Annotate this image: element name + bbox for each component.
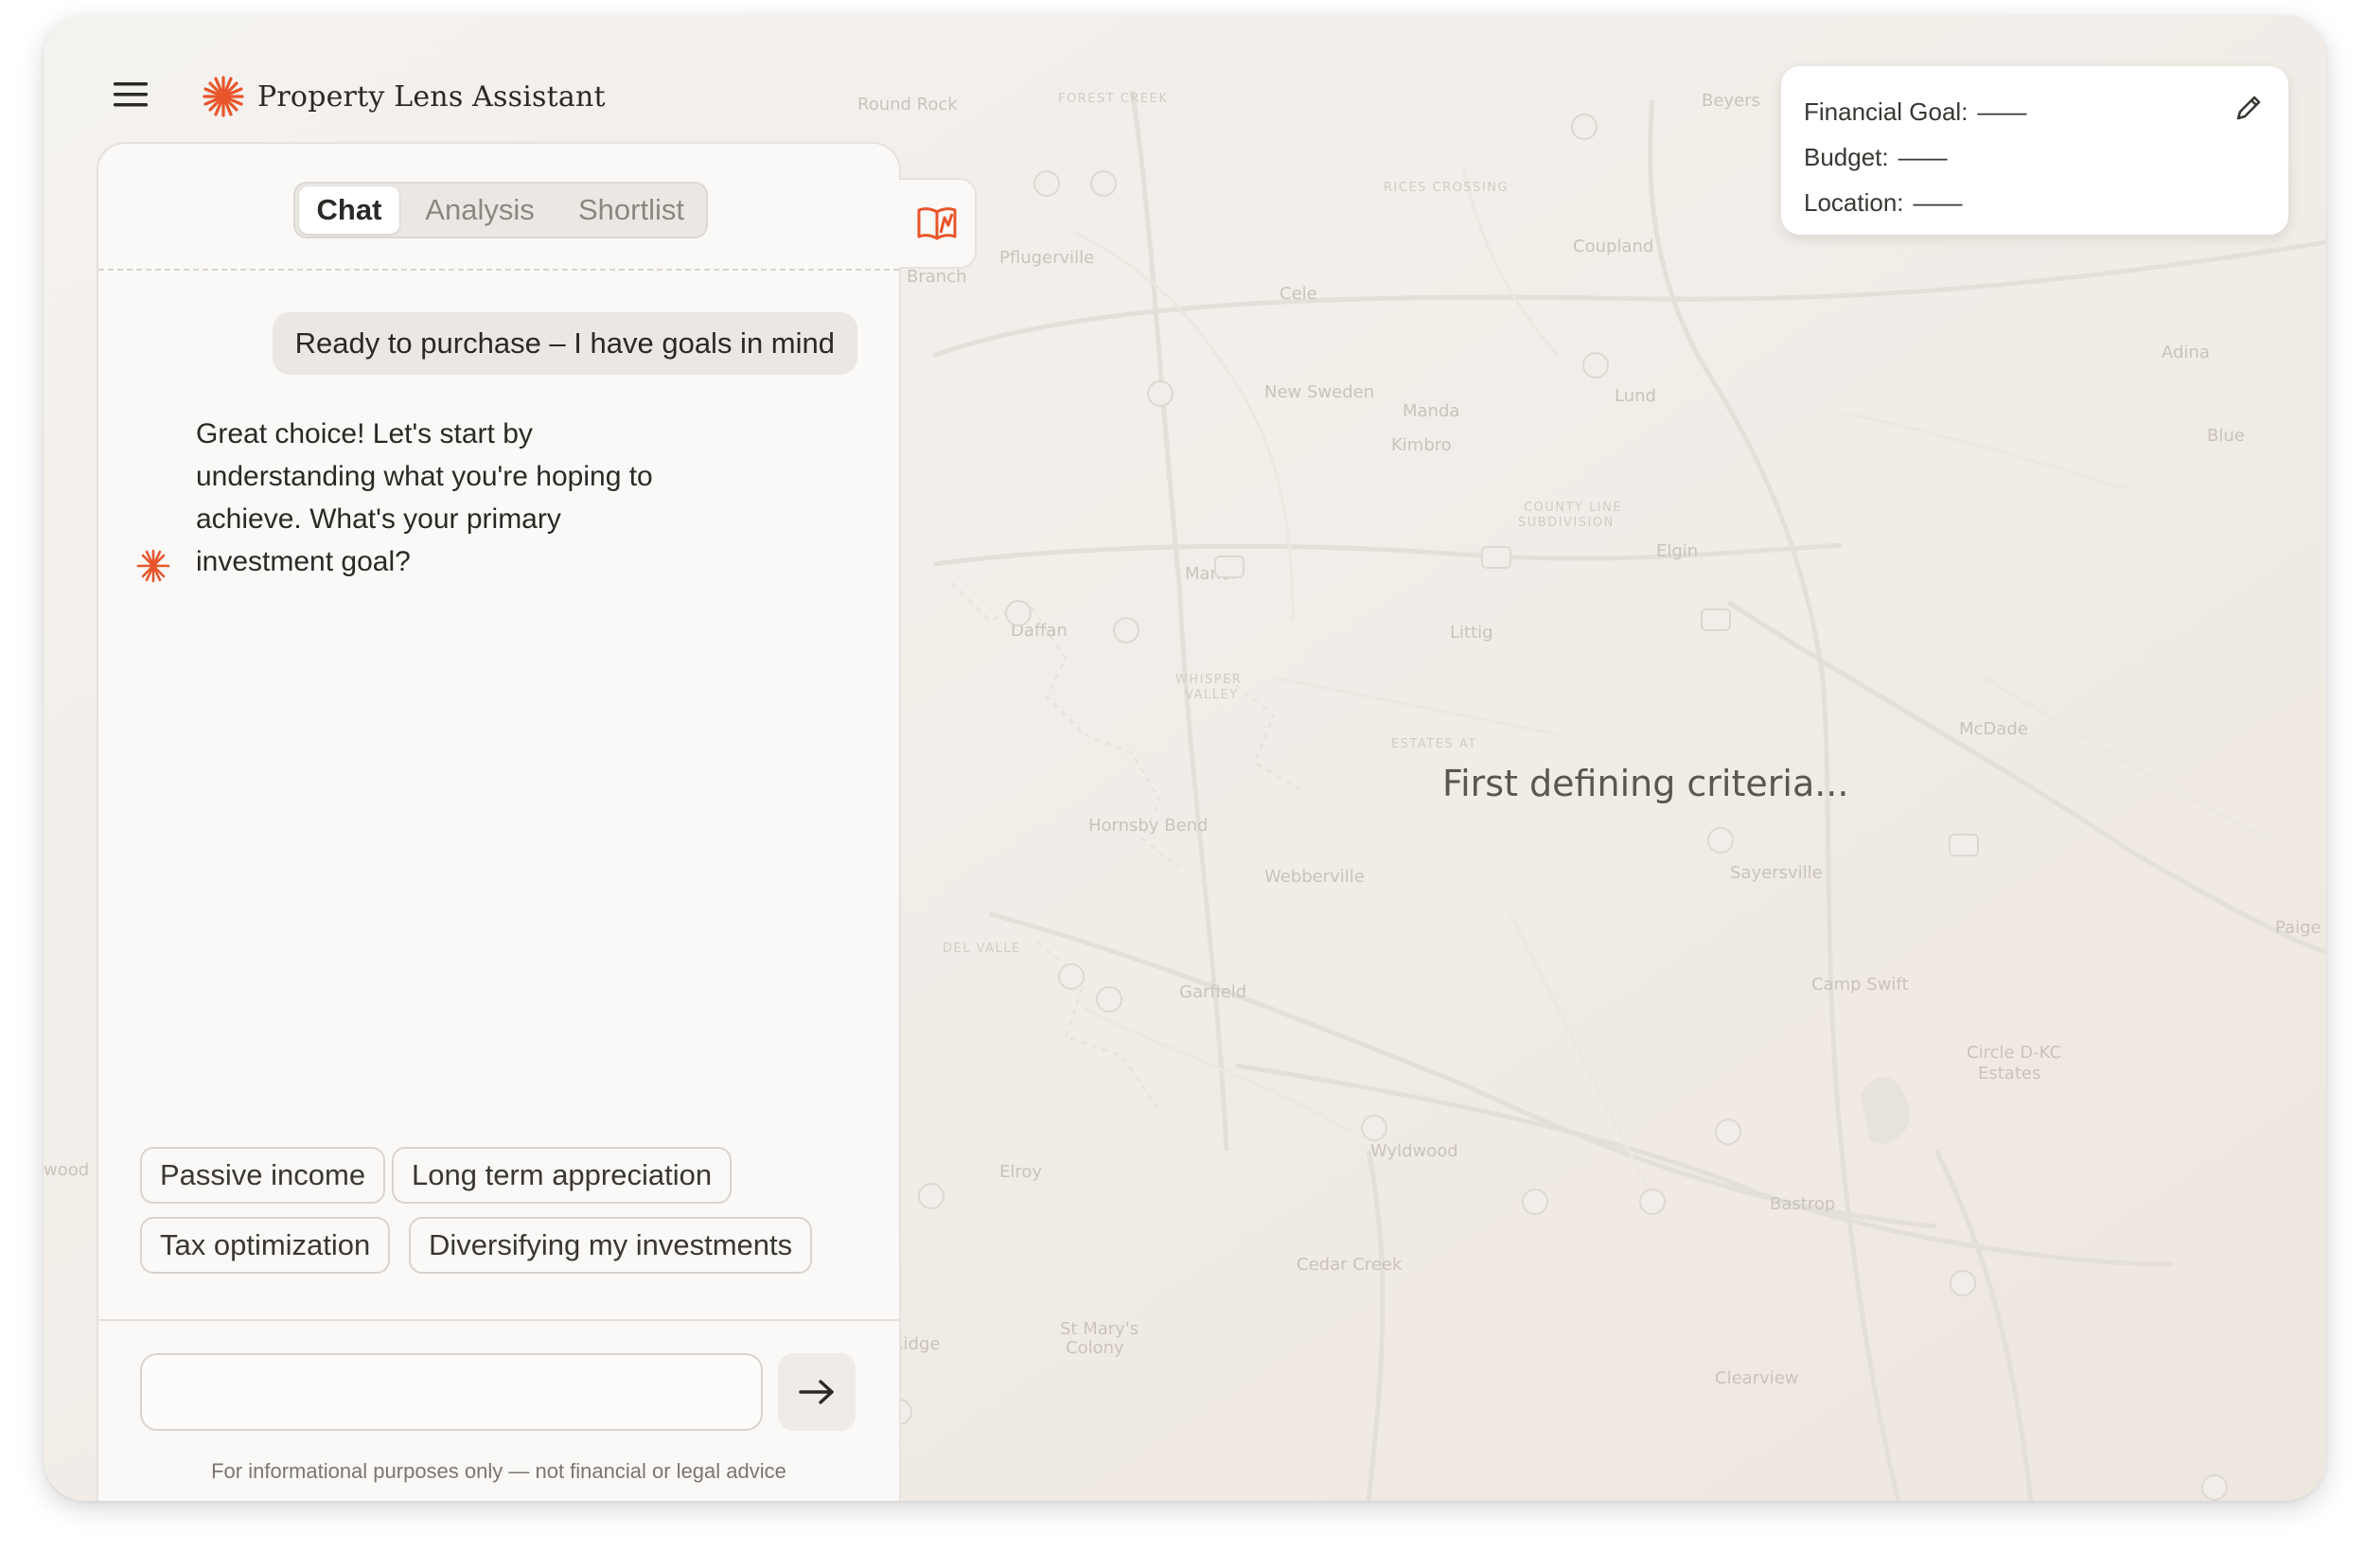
assistant-line: understanding what you're hoping to [196,461,653,492]
svg-text:Kimbro: Kimbro [1391,435,1452,455]
svg-text:wood: wood [44,1160,89,1180]
user-message: Ready to purchase – I have goals in mind [272,312,857,375]
starburst-icon [203,76,244,117]
tab-divider [98,269,899,271]
svg-text:Wyldwood: Wyldwood [1370,1141,1458,1161]
svg-text:Estates: Estates [1978,1064,2040,1084]
pencil-icon [2236,96,2261,120]
svg-text:Bastrop: Bastrop [1770,1194,1835,1214]
svg-text:RICES CROSSING: RICES CROSSING [1384,181,1509,195]
svg-text:Webberville: Webberville [1264,867,1365,887]
chat-panel: Chat Analysis Shortlist Ready to purchas… [97,142,901,1501]
composer-divider [98,1319,899,1321]
criteria-label: Financial Goal: [1804,97,1969,126]
svg-text:Adina: Adina [2162,343,2210,362]
criteria-financial-goal: Financial Goal: —— [1804,89,2266,134]
svg-text:SUBDIVISION: SUBDIVISION [1518,516,1615,530]
open-book-icon [917,207,957,240]
svg-text:Branch: Branch [907,267,967,287]
tab-chat[interactable]: Chat [299,186,399,234]
app-title: Property Lens Assistant [257,79,606,114]
svg-text:Colony: Colony [1066,1338,1124,1358]
svg-text:Cedar Creek: Cedar Creek [1297,1255,1403,1275]
svg-text:Circle D-KC: Circle D-KC [1967,1043,2061,1063]
svg-text:ESTATES AT: ESTATES AT [1391,737,1477,751]
svg-text:FOREST CREEK: FOREST CREEK [1058,92,1168,106]
disclaimer: For informational purposes only — not fi… [211,1459,786,1483]
criteria-card: Financial Goal: —— Budget: —— Location: … [1781,66,2288,235]
svg-text:Littig: Littig [1450,623,1493,643]
criteria-value: —— [1913,187,1963,217]
tab-shortlist[interactable]: Shortlist [560,186,702,234]
svg-text:Manda: Manda [1403,401,1459,421]
tab-bar: Chat Analysis Shortlist [293,182,708,238]
svg-text:Cele: Cele [1280,284,1317,304]
assistant-message-text: Great choice! Let's start by understandi… [196,413,726,583]
svg-text:VALLEY: VALLEY [1185,688,1239,702]
svg-text:Coupland: Coupland [1573,237,1653,256]
assistant-line: achieve. What's your primary [196,503,561,535]
svg-text:Elgin: Elgin [1656,541,1698,561]
svg-text:WHISPER: WHISPER [1175,673,1242,687]
criteria-value: —— [1898,142,1948,171]
svg-text:Elroy: Elroy [999,1162,1042,1182]
suggestion-chip-passive-income[interactable]: Passive income [140,1147,386,1204]
svg-text:COUNTY LINE: COUNTY LINE [1524,501,1622,515]
assistant-line: investment goal? [196,546,411,577]
svg-text:Lund: Lund [1615,386,1656,406]
svg-text:Beyers: Beyers [1702,91,1760,111]
message-input[interactable] [140,1353,763,1431]
svg-text:Garfield: Garfield [1179,982,1246,1002]
svg-text:Blue: Blue [2207,426,2245,446]
svg-text:New Sweden: New Sweden [1264,382,1374,402]
send-button[interactable] [778,1353,856,1431]
map-status: First defining criteria... [1442,763,1849,804]
arrow-right-icon [799,1380,834,1404]
svg-text:Pflugerville: Pflugerville [999,248,1094,268]
svg-text:Hornsby Bend: Hornsby Bend [1088,816,1208,836]
suggestion-chip-tax-optimization[interactable]: Tax optimization [140,1217,391,1274]
criteria-value: —— [1977,97,2027,126]
svg-text:Sayersville: Sayersville [1730,863,1823,883]
criteria-budget: Budget: —— [1804,134,2266,180]
svg-text:Clearview: Clearview [1715,1368,1799,1388]
criteria-location: Location: —— [1804,180,2266,225]
suggestion-chip-diversifying[interactable]: Diversifying my investments [409,1217,813,1274]
assistant-starburst-icon [136,549,170,583]
guide-button[interactable] [899,178,977,269]
criteria-label: Budget: [1804,142,1889,171]
menu-button[interactable] [110,74,151,115]
app-window: Beyers Coupland Pflugerville Cele New Sw… [44,15,2326,1501]
edit-criteria-button[interactable] [2230,89,2268,127]
svg-text:St Mary's: St Mary's [1060,1319,1139,1339]
hamburger-menu-icon [114,82,148,107]
brand: Property Lens Assistant [203,76,606,117]
svg-text:Paige: Paige [2275,918,2322,938]
criteria-label: Location: [1804,187,1904,217]
svg-text:Camp Swift: Camp Swift [1811,975,1909,995]
svg-text:McDade: McDade [1959,719,2028,739]
suggestion-chip-long-term-appreciation[interactable]: Long term appreciation [392,1147,733,1204]
tab-analysis[interactable]: Analysis [399,186,560,234]
svg-text:DEL VALLE: DEL VALLE [943,942,1021,956]
svg-text:Round Rock: Round Rock [857,95,958,115]
assistant-line: Great choice! Let's start by [196,418,533,449]
